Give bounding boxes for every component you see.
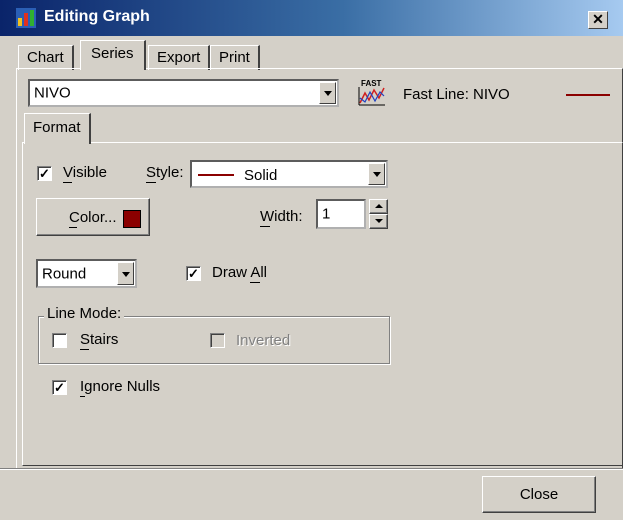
chevron-down-icon[interactable] — [368, 163, 385, 185]
tab-chart[interactable]: Chart — [18, 45, 74, 70]
draw-all-mnemonic — [250, 282, 260, 283]
tab-export[interactable]: Export — [148, 45, 211, 70]
chevron-up-icon — [375, 204, 383, 208]
visible-label: Visible — [63, 164, 107, 181]
line-join-select[interactable]: Round — [36, 259, 137, 288]
style-select-value: Solid — [244, 167, 278, 184]
tab-print[interactable]: Print — [210, 45, 260, 70]
series-select[interactable]: NIVO — [28, 79, 339, 107]
tab-format[interactable]: Format — [24, 113, 91, 144]
chevron-down-icon — [375, 219, 383, 223]
style-label: Style: — [146, 164, 184, 181]
close-button[interactable]: Close — [482, 476, 596, 513]
series-line-preview — [566, 94, 610, 96]
width-value: 1 — [322, 205, 331, 223]
draw-all-label: Draw All — [212, 264, 268, 281]
width-input[interactable]: 1 — [316, 199, 366, 229]
inverted-checkbox[interactable] — [210, 333, 225, 348]
color-mnemonic — [69, 227, 77, 228]
title-bar[interactable]: Editing Graph ✕ — [0, 0, 623, 36]
line-join-value: Round — [42, 265, 87, 282]
app-icon — [16, 8, 36, 28]
visible-checkbox[interactable]: ✓ — [37, 166, 52, 181]
fast-line-chart-icon: FAST — [358, 79, 385, 106]
width-increment-button[interactable] — [369, 199, 388, 214]
inverted-label: Inverted — [236, 332, 291, 349]
footer-separator-highlight — [0, 469, 623, 470]
stairs-mnemonic — [80, 349, 89, 350]
stairs-checkbox[interactable] — [52, 333, 67, 348]
chevron-down-icon[interactable] — [319, 82, 336, 104]
ignore-nulls-mnemonic — [80, 396, 85, 397]
format-panel — [22, 142, 623, 466]
draw-all-checkbox[interactable]: ✓ — [186, 266, 201, 281]
window-title: Editing Graph — [44, 8, 150, 25]
close-window-button[interactable]: ✕ — [588, 11, 608, 29]
chevron-down-icon[interactable] — [117, 262, 134, 285]
stairs-label: Stairs — [80, 331, 119, 348]
color-button-label: Color... — [69, 209, 117, 226]
tab-series[interactable]: Series — [80, 40, 146, 70]
style-line-preview — [198, 174, 234, 176]
svg-text:FAST: FAST — [361, 79, 382, 88]
width-label: Width: — [260, 208, 303, 225]
color-swatch — [123, 210, 141, 228]
style-mnemonic — [146, 182, 156, 183]
line-mode-legend: Line Mode: — [44, 305, 125, 322]
width-mnemonic — [260, 226, 270, 227]
series-type-label: Fast Line: NIVO — [403, 86, 510, 103]
ignore-nulls-label: Ignore Nulls — [80, 378, 161, 395]
visible-mnemonic — [63, 182, 72, 183]
width-decrement-button[interactable] — [369, 214, 388, 229]
color-button[interactable]: Color... — [36, 198, 150, 236]
style-select[interactable]: Solid — [190, 160, 388, 188]
series-select-value: NIVO — [34, 84, 71, 102]
ignore-nulls-checkbox[interactable]: ✓ — [52, 380, 67, 395]
